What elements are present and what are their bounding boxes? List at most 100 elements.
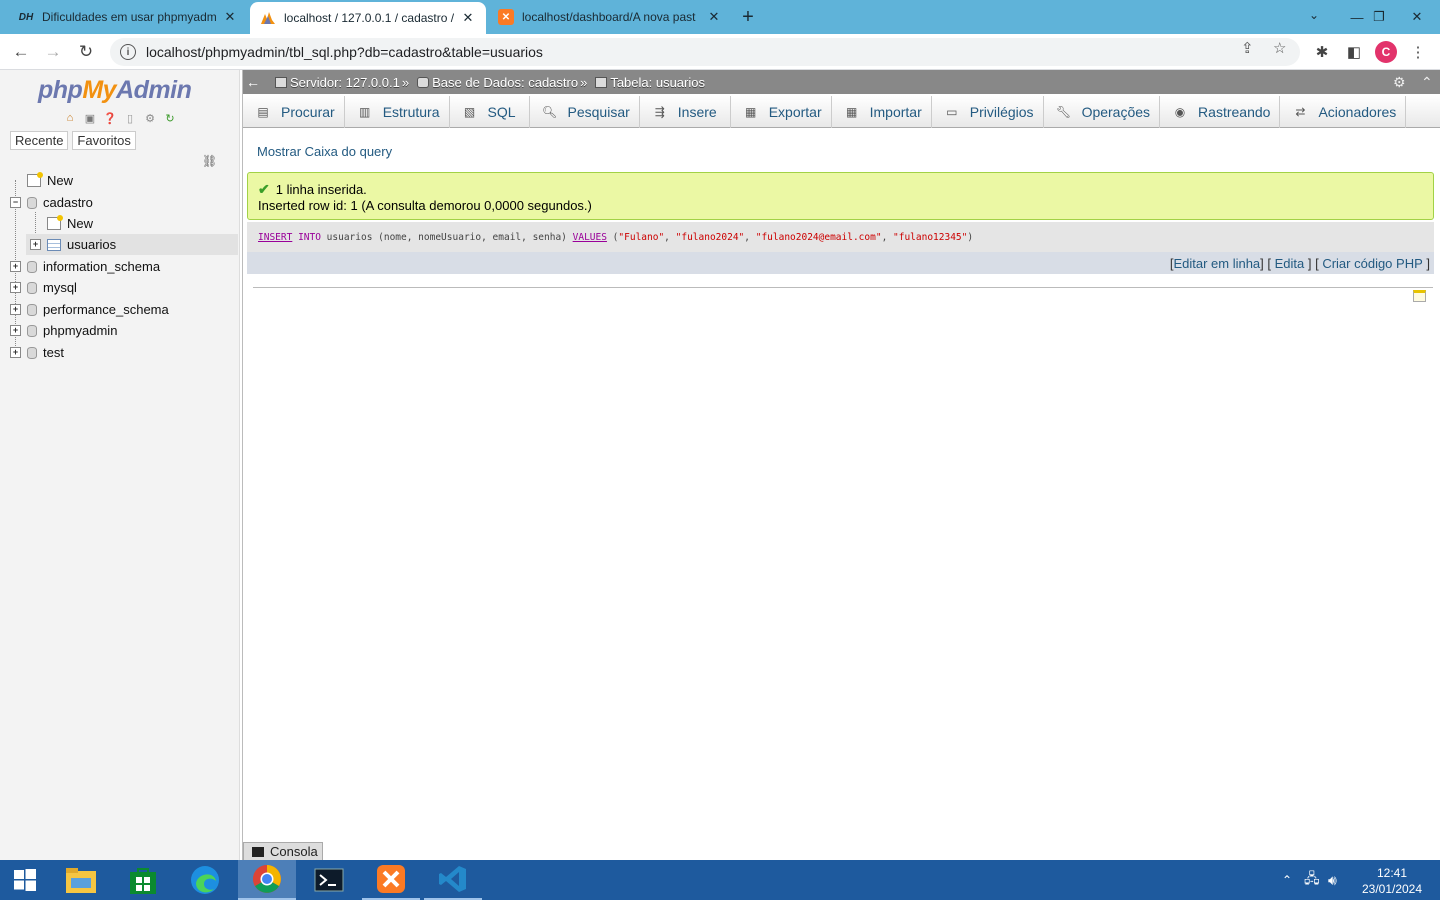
bookmark-star-icon[interactable]: ☆ (1273, 39, 1286, 57)
address-url[interactable]: localhost/phpmyadmin/tbl_sql.php?db=cada… (146, 44, 543, 60)
reload-navigation-icon[interactable]: ↻ (162, 110, 178, 126)
tab-operacoes[interactable]: 🔧︎ Operações (1044, 96, 1161, 128)
tab-rastreando[interactable]: ◉ Rastreando (1160, 96, 1281, 128)
volume-icon[interactable]: 🔊︎ (1328, 860, 1337, 900)
database-icon (27, 196, 37, 209)
tab-privilegios[interactable]: ▭ Privilégios (932, 96, 1044, 128)
tab-sql[interactable]: ▧ SQL (450, 96, 530, 128)
back-arrow-icon[interactable]: ← (9, 40, 33, 64)
tree-item-mysql[interactable]: + mysql (10, 277, 77, 298)
close-window-icon[interactable]: ✕ (1394, 0, 1440, 34)
expand-icon[interactable]: + (10, 282, 21, 293)
breadcrumb-database[interactable]: Base de Dados: cadastro» (417, 75, 591, 90)
browser-tab-xampp[interactable]: ✕ localhost/dashboard/A nova past ✕ (488, 0, 732, 34)
expand-icon[interactable]: + (10, 325, 21, 336)
breadcrumb-table[interactable]: Tabela: usuarios (595, 75, 705, 90)
logout-icon[interactable]: ▣ (82, 110, 98, 126)
database-icon (27, 303, 37, 316)
tab-procurar[interactable]: ▤ Procurar (243, 96, 345, 128)
tree-item-usuarios[interactable]: + usuarios (26, 234, 238, 255)
address-bar[interactable]: i localhost/phpmyadmin/tbl_sql.php?db=ca… (110, 38, 1300, 66)
check-icon: ✔ (258, 181, 270, 197)
tab-importar[interactable]: ▦ Importar (832, 96, 932, 128)
tab-title: Dificuldades em usar phpmyadm (42, 10, 216, 24)
extensions-puzzle-icon[interactable]: ✱ (1311, 41, 1333, 63)
collapse-icon[interactable]: − (10, 197, 21, 208)
tab-title: localhost / 127.0.0.1 / cadastro / (284, 11, 454, 25)
import-icon: ▦ (845, 105, 858, 119)
microsoft-store-icon[interactable] (114, 860, 172, 900)
site-info-icon[interactable]: i (120, 44, 136, 60)
settings-gear-icon[interactable]: ⚙ (142, 110, 158, 126)
reload-icon[interactable]: ↻ (74, 40, 98, 64)
network-icon[interactable]: 🖧︎ (1304, 860, 1320, 900)
system-clock[interactable]: 12:41 23/01/2024 (1360, 865, 1424, 897)
close-tab-icon[interactable]: ✕ (222, 9, 238, 25)
expand-icon[interactable]: + (10, 304, 21, 315)
bookmark-note-icon[interactable] (1413, 290, 1426, 302)
chrome-menu-icon[interactable]: ⋮ (1407, 41, 1429, 63)
help-icon[interactable]: ❓ (102, 110, 118, 126)
side-panel-icon[interactable]: ◧ (1343, 41, 1365, 63)
terminal-icon[interactable] (300, 860, 358, 900)
tree-item-test[interactable]: + test (10, 342, 64, 363)
tree-item-information-schema[interactable]: + information_schema (10, 256, 160, 277)
tree-label: mysql (43, 280, 77, 295)
tab-acionadores[interactable]: ⇄ Acionadores (1280, 96, 1407, 128)
share-icon[interactable]: ⇪ (1241, 39, 1254, 57)
browser-tab-phpmyadmin[interactable]: localhost / 127.0.0.1 / cadastro / ✕ (250, 2, 486, 34)
insert-icon: ⇶ (654, 105, 665, 119)
collapse-top-icon[interactable]: ⌃ (1421, 74, 1433, 91)
database-icon (27, 346, 37, 359)
docs-icon[interactable]: ▯ (122, 110, 138, 126)
create-php-code-link[interactable]: Criar código PHP (1322, 256, 1422, 271)
tree-item-cadastro[interactable]: − cadastro (10, 192, 93, 213)
tree-item-cadastro-new[interactable]: New (30, 213, 93, 234)
start-windows-icon[interactable] (0, 860, 50, 900)
chrome-browser-icon[interactable] (238, 860, 296, 900)
show-hidden-icons-chevron-icon[interactable]: ⌃ (1282, 860, 1292, 900)
success-message: ✔ 1 linha inserida. Inserted row id: 1 (A… (247, 172, 1434, 220)
xampp-control-icon[interactable] (362, 860, 420, 900)
new-tab-plus-icon[interactable]: + (738, 6, 758, 28)
link-with-main-panel-icon[interactable]: ⛓ (202, 154, 217, 168)
breadcrumb-server[interactable]: Servidor: 127.0.0.1» (275, 75, 413, 90)
tree-item-new[interactable]: New (10, 170, 73, 191)
tree-item-performance-schema[interactable]: + performance_schema (10, 299, 169, 320)
recent-tab[interactable]: Recente (10, 131, 69, 150)
close-tab-icon[interactable]: ✕ (460, 10, 476, 26)
close-tab-icon[interactable]: ✕ (706, 9, 722, 25)
edit-link[interactable]: Edita (1275, 256, 1305, 271)
home-icon[interactable]: ⌂ (62, 110, 78, 126)
browse-icon: ▤ (257, 105, 269, 119)
tab-pesquisar[interactable]: 🔍︎ Pesquisar (530, 96, 640, 128)
expand-icon[interactable]: + (10, 347, 21, 358)
tab-search-chevron-icon[interactable]: ⌄ (1304, 8, 1324, 26)
expand-icon[interactable]: + (30, 239, 41, 250)
tree-label: information_schema (43, 259, 161, 274)
edit-inline-link[interactable]: Editar em linha (1173, 256, 1260, 271)
tab-estrutura[interactable]: ▥ Estrutura (345, 96, 450, 128)
vscode-icon[interactable] (424, 860, 482, 900)
search-icon: 🔍︎ (541, 105, 558, 119)
show-query-box-link[interactable]: Mostrar Caixa do query (257, 144, 392, 159)
tree-item-phpmyadmin[interactable]: + phpmyadmin (10, 320, 117, 341)
tree-label: New (67, 216, 94, 231)
page-settings-gear-icon[interactable]: ⚙ (1393, 74, 1406, 91)
profile-avatar[interactable]: C (1375, 41, 1397, 63)
forward-arrow-icon[interactable]: → (41, 40, 65, 64)
console-toggle[interactable]: Consola (243, 842, 323, 860)
tab-exportar[interactable]: ▦ Exportar (731, 96, 832, 128)
console-icon (252, 846, 264, 857)
table-icon (595, 76, 608, 88)
file-explorer-icon[interactable] (52, 860, 110, 900)
collapse-navigation-arrow-icon[interactable]: ← (243, 74, 263, 90)
favorites-tab[interactable]: Favoritos (72, 131, 136, 150)
phpmyadmin-logo[interactable]: phpMyAdmin (38, 76, 192, 105)
browser-tab-dificuldades[interactable]: DH Dificuldades em usar phpmyadm ✕ (8, 0, 248, 34)
expand-icon[interactable]: + (10, 261, 21, 272)
tab-insere[interactable]: ⇶ Insere (640, 96, 731, 128)
edge-browser-icon[interactable] (176, 860, 234, 900)
export-icon: ▦ (745, 105, 757, 119)
breadcrumb: ← Servidor: 127.0.0.1» Base de Dados: ca… (243, 70, 1440, 94)
